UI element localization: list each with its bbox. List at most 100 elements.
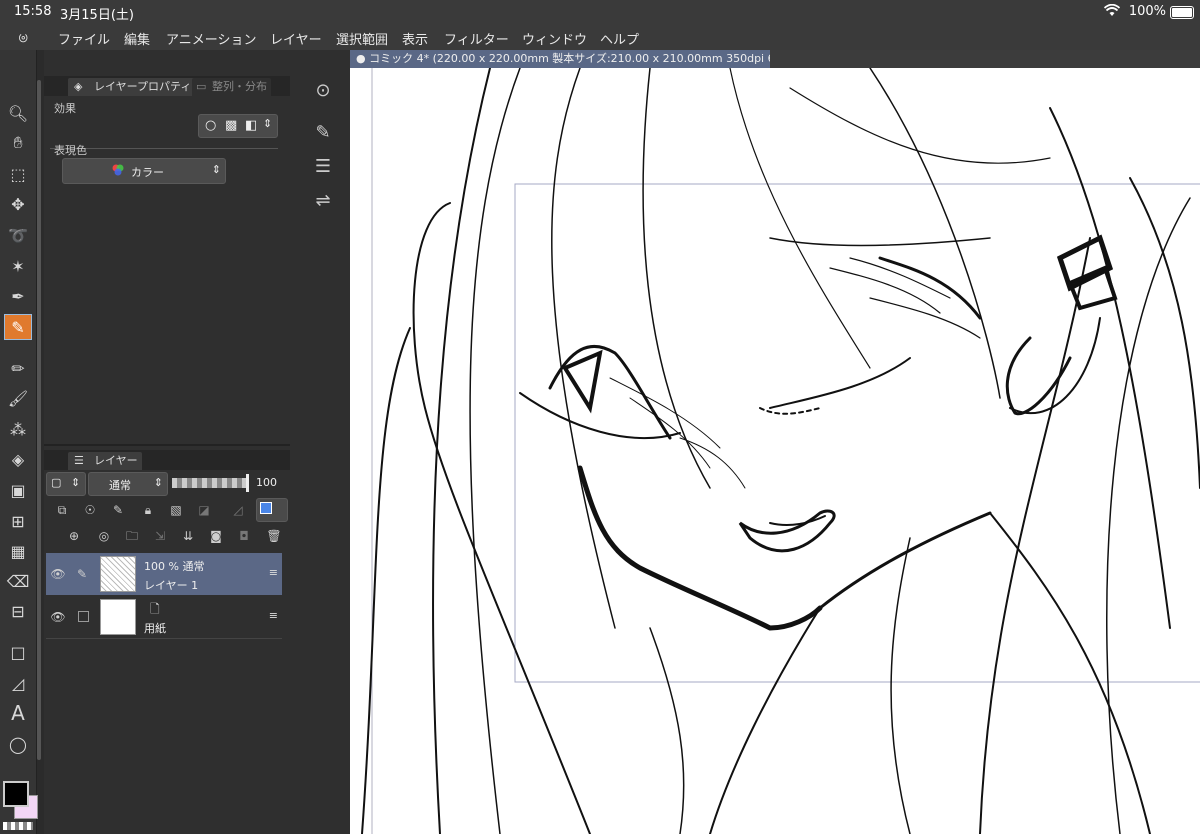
layer-property-icon: ◈: [74, 80, 83, 93]
layer-row[interactable]: 👁︎ 🗋 用紙 ≡: [46, 596, 282, 638]
menu-animation[interactable]: アニメーション: [166, 29, 256, 48]
brush-icon[interactable]: 🖌︎: [4, 385, 32, 411]
app-logo-icon[interactable]: ၑ: [18, 27, 38, 47]
panel-divider: [44, 444, 290, 446]
expression-color-select[interactable]: カラー ⇕: [62, 158, 226, 184]
mask-add-icon[interactable]: ◙: [208, 528, 224, 544]
expression-color-label: 表現色: [54, 144, 87, 157]
new-folder-icon[interactable]: 🗀︎: [124, 528, 140, 544]
mask-icon[interactable]: ◪: [196, 502, 212, 518]
tone-effect-icon[interactable]: ▩: [225, 118, 237, 133]
layer-name: レイヤー 1: [144, 579, 199, 592]
border-effect-icon[interactable]: ○: [205, 118, 216, 133]
eyedropper-icon[interactable]: ✒: [4, 283, 32, 309]
tab-align-distribute[interactable]: ▭ 整列・分布: [192, 78, 271, 96]
chevron-updown-icon: ⇕: [71, 476, 81, 489]
blend-mode-select[interactable]: 通常 ⇕: [88, 472, 168, 496]
sub-tool-icon[interactable]: ✎: [312, 122, 334, 144]
blend-mode-value: 通常: [109, 479, 131, 492]
layer-panel-tabs: ☰ レイヤー: [44, 450, 290, 470]
menu-selection[interactable]: 選択範囲: [336, 29, 388, 48]
text-icon[interactable]: A: [4, 700, 32, 726]
layer-row[interactable]: 👁︎ ✎ 100 % 通常 レイヤー 1 ≡: [46, 553, 282, 595]
tab-layer[interactable]: ☰ レイヤー: [68, 452, 142, 470]
rectangle-icon[interactable]: □: [4, 639, 32, 665]
navigator-icon[interactable]: ⊙: [312, 80, 334, 102]
new-vector-layer-icon[interactable]: ◎: [96, 528, 112, 544]
ruler-range-icon[interactable]: ◿: [230, 502, 246, 518]
zoom-icon[interactable]: 🔍︎: [4, 100, 32, 126]
fill-icon[interactable]: ◈: [4, 446, 32, 472]
lock-transparency-icon[interactable]: ▧: [168, 502, 184, 518]
chevron-updown-icon[interactable]: ⇕: [263, 117, 272, 130]
transparent-color-chip[interactable]: [3, 822, 33, 830]
effect-buttons[interactable]: ○ ▩ ◧ ⇕: [198, 114, 278, 138]
status-bar: 15:58 3月15日(土) 100%: [0, 0, 1200, 24]
tab-layer-property[interactable]: ◈ レイヤープロパティ: [68, 78, 196, 96]
pencil-icon[interactable]: ✏: [4, 355, 32, 381]
menu-help[interactable]: ヘルプ: [600, 29, 639, 48]
eraser-icon[interactable]: ⌫: [4, 568, 32, 594]
eye-icon[interactable]: 👁︎: [50, 566, 66, 582]
tool-property-icon[interactable]: ☰: [312, 156, 334, 178]
layer-color-icon[interactable]: ◧: [245, 118, 257, 133]
pen-icon[interactable]: ✎: [4, 314, 32, 340]
tab-canvas[interactable]: ● コミック 4* (220.00 x 220.00mm 製本サイズ:210.0…: [350, 50, 770, 68]
new-raster-layer-icon[interactable]: ⊕: [66, 528, 82, 544]
layer-type-select[interactable]: ▢ ⇕: [46, 472, 86, 496]
tab-align-label: 整列・分布: [212, 80, 267, 93]
hand-icon[interactable]: ✋︎: [4, 130, 32, 156]
pencil-edit-icon[interactable]: ✎: [74, 566, 90, 582]
object-icon[interactable]: ⬚: [4, 161, 32, 187]
opacity-slider[interactable]: [172, 478, 246, 488]
combine-down-icon[interactable]: ⇊: [180, 528, 196, 544]
layer-thumbnail: [100, 556, 136, 592]
move-icon[interactable]: ✥: [4, 191, 32, 217]
clip-layer-icon[interactable]: ⧉: [54, 502, 70, 518]
menu-view[interactable]: 表示: [402, 29, 428, 48]
tool-palette: 🔍︎ ✋︎ ⬚ ✥ ➰ ✶ ✒ ✎ ✏ 🖌︎ ⁂ ◈ ▣ ⊞ ▦ ⌫ ⊟ □ ◿…: [0, 50, 38, 834]
reference-layer-icon[interactable]: ☉: [82, 502, 98, 518]
apply-mask-icon[interactable]: ◘: [236, 528, 252, 544]
mesh-icon[interactable]: ⊞: [4, 508, 32, 534]
drawing-canvas[interactable]: [350, 68, 1200, 834]
brush-size-icon[interactable]: ⇌: [312, 190, 334, 212]
chevron-updown-icon: ⇕: [153, 476, 163, 489]
menu-filter[interactable]: フィルター: [444, 29, 509, 48]
layer-color-swatch: [260, 502, 272, 514]
layers-icon: ☰: [74, 454, 84, 467]
toolbar-scrollbar[interactable]: [37, 80, 41, 760]
gradient-icon[interactable]: ▣: [4, 477, 32, 503]
status-time: 15:58: [14, 4, 52, 19]
battery-percent: 100%: [1128, 4, 1166, 19]
balloon-icon[interactable]: ◯: [4, 731, 32, 757]
panel-column: ◈ レイヤープロパティ ▭ 整列・分布 効果 ○ ▩ ◧ ⇕ 表現色 カラー ⇕…: [44, 50, 290, 834]
pattern-icon[interactable]: ▦: [4, 538, 32, 564]
edit-checkbox[interactable]: [78, 611, 89, 622]
draft-layer-icon[interactable]: ✎: [110, 502, 126, 518]
frame-icon[interactable]: ⊟: [4, 598, 32, 624]
lasso-icon[interactable]: ➰: [4, 222, 32, 248]
main-color-chip[interactable]: [3, 781, 29, 807]
airbrush-icon[interactable]: ⁂: [4, 416, 32, 442]
lock-icon[interactable]: 🔒︎: [140, 502, 156, 518]
align-icon: ▭: [196, 80, 207, 93]
menu-edit[interactable]: 編集: [124, 29, 150, 48]
drag-handle-icon[interactable]: ≡: [269, 566, 278, 579]
menu-window[interactable]: ウィンドウ: [522, 29, 587, 48]
drag-handle-icon[interactable]: ≡: [269, 609, 278, 622]
ruler-icon[interactable]: ◿: [4, 670, 32, 696]
menu-layer[interactable]: レイヤー: [270, 29, 322, 48]
eye-icon[interactable]: 👁︎: [50, 609, 66, 625]
transfer-down-icon[interactable]: ⇲: [152, 528, 168, 544]
magic-wand-icon[interactable]: ✶: [4, 253, 32, 279]
canvas-tab-title: コミック 4* (220.00 x 220.00mm 製本サイズ:210.00 …: [369, 52, 770, 65]
opacity-slider-handle[interactable]: [246, 474, 249, 492]
chevron-updown-icon: ⇕: [211, 163, 221, 176]
battery-icon: [1170, 6, 1194, 19]
status-date: 3月15日(土): [60, 8, 134, 23]
menu-file[interactable]: ファイル: [58, 29, 110, 48]
trash-icon[interactable]: 🗑︎: [266, 528, 282, 544]
wifi-icon: [1103, 3, 1121, 21]
layer-color-select[interactable]: [256, 498, 288, 522]
